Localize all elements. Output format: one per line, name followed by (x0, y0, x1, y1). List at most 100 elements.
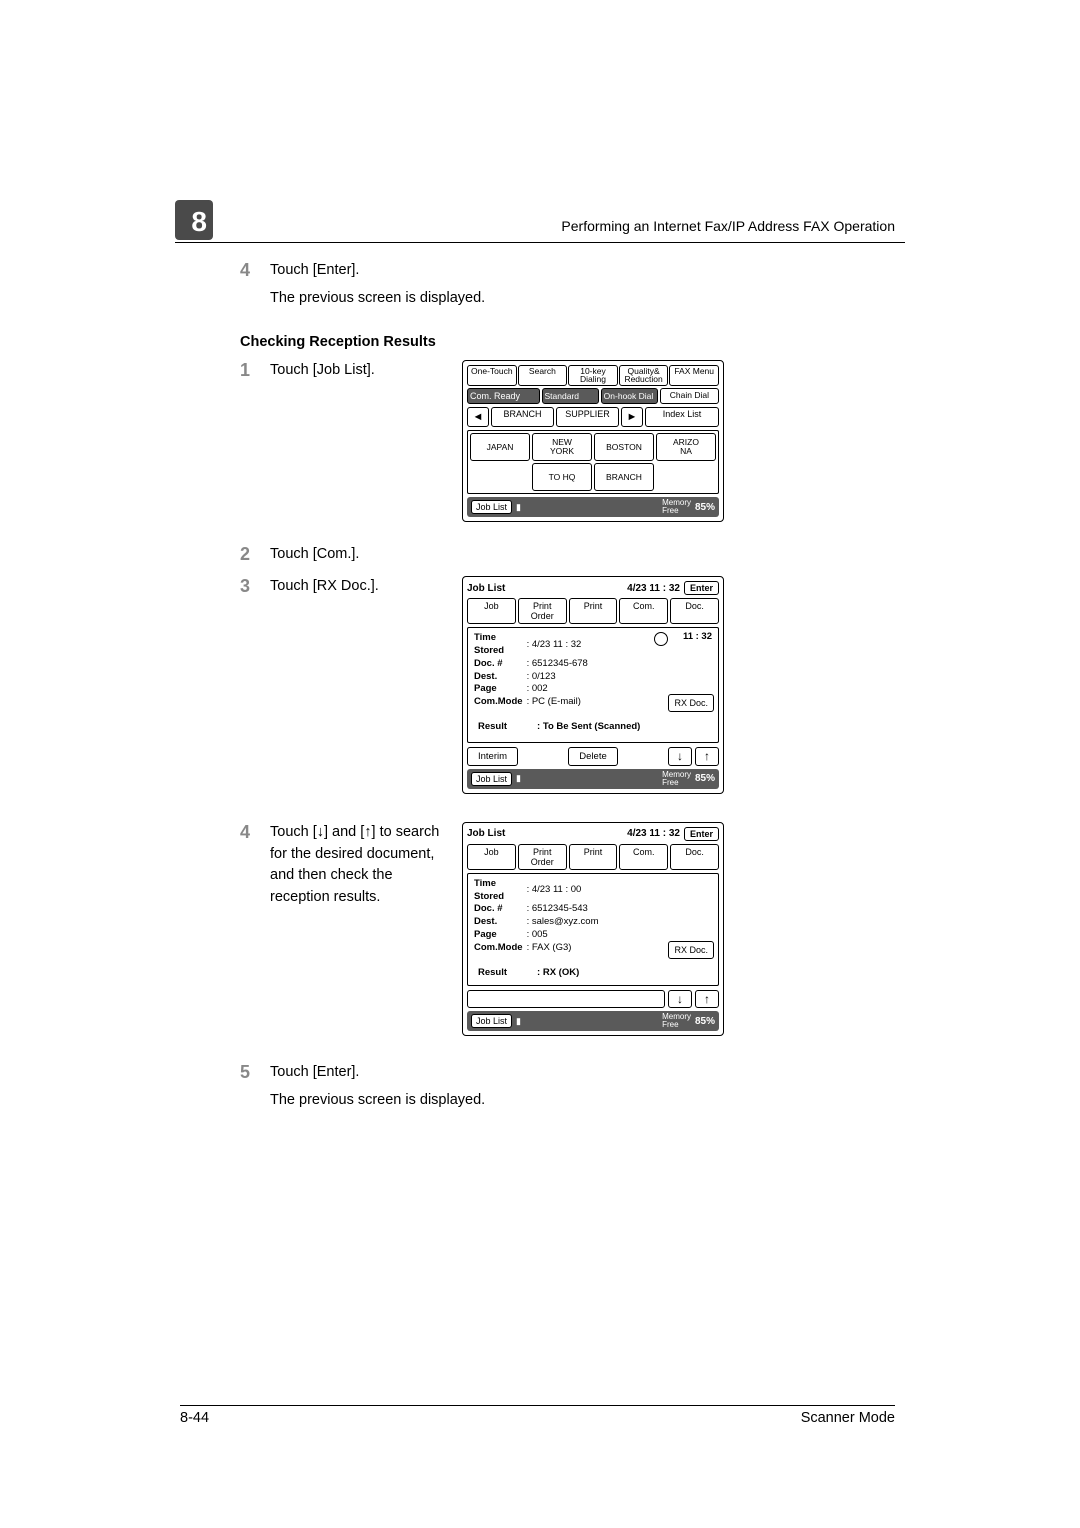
dest-empty (470, 463, 530, 491)
tab-search[interactable]: Search (518, 365, 568, 387)
tab-print[interactable]: Print (569, 844, 618, 870)
enter-button[interactable]: Enter (684, 827, 719, 841)
status-standard: Standard (542, 388, 599, 404)
label-doc-number: Doc. # (474, 903, 527, 916)
fax-main-panel: One-Touch Search 10-key Dialing Quality&… (462, 360, 724, 523)
val-time-stored: : 4/23 11 : 32 (527, 632, 592, 658)
running-head: Performing an Internet Fax/IP Address FA… (561, 218, 895, 234)
step-text: Touch [Enter]. (270, 1062, 900, 1084)
tab-10key-dialing[interactable]: 10-key Dialing (568, 365, 618, 387)
val-com-mode: : PC (E-mail) (527, 696, 592, 709)
dest-newyork[interactable]: NEW YORK (532, 433, 592, 461)
scroll-down-icon[interactable]: ↓ (668, 990, 692, 1008)
memory-percent: 85% (695, 773, 715, 784)
label-time-stored: Time Stored (474, 878, 527, 904)
rx-doc-button[interactable]: RX Doc. (668, 941, 714, 959)
tab-print[interactable]: Print (569, 598, 618, 624)
tab-com[interactable]: Com. (619, 844, 668, 870)
tab-job[interactable]: Job (467, 598, 516, 624)
index-prev-icon[interactable]: ◄ (467, 407, 489, 427)
clock-icon (654, 632, 668, 646)
dest-arizona[interactable]: ARIZO NA (656, 433, 716, 461)
tab-doc[interactable]: Doc. (670, 844, 719, 870)
job-list-panel: Job List 4/23 11 : 32 Enter Job Print Or… (462, 576, 724, 794)
scroll-down-icon[interactable]: ↓ (668, 747, 692, 766)
job-list-button[interactable]: Job List (471, 772, 512, 786)
label-result: Result (478, 967, 507, 980)
destination-grid: JAPAN NEW YORK BOSTON ARIZO NA TO HQ BRA… (467, 430, 719, 494)
job-list-panel: Job List 4/23 11 : 32 Enter Job Print Or… (462, 822, 724, 1037)
chapter-number: 8 (175, 200, 213, 240)
onhook-dial-button[interactable]: On-hook Dial (601, 388, 658, 404)
dest-japan[interactable]: JAPAN (470, 433, 530, 461)
val-time-stored: : 4/23 11 : 00 (527, 878, 603, 904)
footer-rule (180, 1405, 895, 1406)
page-number: 8-44 (180, 1410, 209, 1426)
step-number: 4 (240, 822, 270, 915)
tab-doc[interactable]: Doc. (670, 598, 719, 624)
step-text: Touch [Job List]. (270, 360, 450, 382)
empty-field (467, 990, 665, 1008)
tab-com[interactable]: Com. (619, 598, 668, 624)
tray-icon: ▮ (516, 773, 521, 784)
step-text: Touch [↓] and [↑] to search for the desi… (270, 822, 450, 909)
step-text: The previous screen is displayed. (270, 288, 900, 310)
val-page: : 005 (527, 929, 603, 942)
job-list-button[interactable]: Job List (471, 1014, 512, 1028)
index-branch[interactable]: BRANCH (491, 407, 554, 427)
label-result: Result (478, 721, 507, 734)
val-result: : RX (OK) (537, 967, 579, 980)
tray-icon: ▮ (516, 1016, 521, 1027)
section-heading: Checking Reception Results (240, 334, 900, 350)
label-dest: Dest. (474, 671, 527, 684)
val-doc-number: : 6512345-543 (527, 903, 603, 916)
index-list-button[interactable]: Index List (645, 407, 719, 427)
job-list-button[interactable]: Job List (471, 500, 512, 514)
scroll-up-icon[interactable]: ↑ (695, 747, 719, 766)
scroll-up-icon[interactable]: ↑ (695, 990, 719, 1008)
tab-one-touch[interactable]: One-Touch (467, 365, 517, 387)
tab-print-order[interactable]: Print Order (518, 598, 567, 624)
job-list-title: Job List (467, 583, 505, 594)
dest-boston[interactable]: BOSTON (594, 433, 654, 461)
step-text: Touch [Com.]. (270, 544, 900, 566)
step-number: 5 (240, 1062, 270, 1118)
step-number: 1 (240, 360, 270, 388)
label-com-mode: Com.Mode (474, 942, 527, 955)
index-supplier[interactable]: SUPPLIER (556, 407, 619, 427)
tab-quality-reduction[interactable]: Quality& Reduction (619, 365, 669, 387)
footer-title: Scanner Mode (801, 1410, 895, 1426)
tray-icon: ▮ (516, 502, 521, 513)
val-dest: : 0/123 (527, 671, 592, 684)
step-number: 3 (240, 576, 270, 604)
label-page: Page (474, 929, 527, 942)
job-details: Time Stored: 4/23 11 : 00 Doc. #: 651234… (467, 873, 719, 987)
dest-branch[interactable]: BRANCH (594, 463, 654, 491)
status-com-ready: Com. Ready (467, 388, 540, 404)
label-page: Page (474, 683, 527, 696)
header-rule (175, 242, 905, 243)
rx-doc-button[interactable]: RX Doc. (668, 694, 714, 712)
step-number: 4 (240, 260, 270, 316)
delete-button[interactable]: Delete (568, 747, 617, 766)
step-text: Touch [Enter]. (270, 260, 900, 282)
tab-job[interactable]: Job (467, 844, 516, 870)
enter-button[interactable]: Enter (684, 581, 719, 595)
chain-dial-button[interactable]: Chain Dial (660, 388, 719, 404)
tab-print-order[interactable]: Print Order (518, 844, 567, 870)
memory-percent: 85% (695, 502, 715, 513)
tab-fax-menu[interactable]: FAX Menu (669, 365, 719, 387)
dest-empty (656, 463, 716, 491)
dest-tohq[interactable]: TO HQ (532, 463, 592, 491)
val-result: : To Be Sent (Scanned) (537, 721, 640, 734)
val-com-mode: : FAX (G3) (527, 942, 603, 955)
memory-label: Memory Free (662, 499, 691, 515)
interim-button[interactable]: Interim (467, 747, 518, 766)
step-text: The previous screen is displayed. (270, 1090, 900, 1112)
val-dest: : sales@xyz.com (527, 916, 603, 929)
job-list-datetime: 4/23 11 : 32 (509, 828, 680, 839)
label-doc-number: Doc. # (474, 658, 527, 671)
memory-percent: 85% (695, 1016, 715, 1027)
job-list-title: Job List (467, 828, 505, 839)
index-next-icon[interactable]: ► (621, 407, 643, 427)
